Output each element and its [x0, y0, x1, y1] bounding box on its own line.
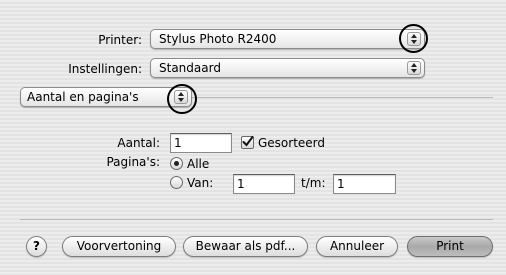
- panel-value: Aantal en pagina's: [27, 90, 139, 104]
- printer-label: Printer:: [98, 33, 142, 47]
- copies-field[interactable]: 1: [170, 133, 232, 153]
- highlight-circle-icon: [167, 84, 197, 114]
- printer-value: Stylus Photo R2400: [159, 32, 277, 46]
- printer-popup[interactable]: Stylus Photo R2400: [150, 29, 425, 49]
- cancel-button[interactable]: Annuleer: [316, 236, 398, 257]
- pages-from-field[interactable]: 1: [233, 174, 295, 194]
- presets-popup[interactable]: Standaard: [150, 58, 425, 78]
- pages-all-label: Alle: [187, 157, 210, 171]
- highlight-circle-icon: [399, 24, 428, 53]
- bottom-separator: [20, 219, 493, 220]
- pages-label: Pagina's:: [106, 155, 160, 169]
- help-button[interactable]: ?: [26, 236, 47, 257]
- updown-arrows-icon: [407, 61, 421, 75]
- pages-range-radio[interactable]: [170, 176, 183, 189]
- collated-label: Gesorteerd: [258, 136, 326, 150]
- presets-value: Standaard: [159, 61, 221, 75]
- panel-separator: [190, 97, 493, 98]
- print-dialog: Printer: Stylus Photo R2400 Instellingen…: [0, 0, 506, 275]
- pages-all-radio[interactable]: [170, 157, 183, 170]
- presets-label: Instellingen:: [68, 62, 142, 76]
- pages-from-label: Van:: [187, 176, 214, 190]
- pages-to-field[interactable]: 1: [333, 174, 396, 194]
- save-pdf-button[interactable]: Bewaar als pdf...: [183, 236, 308, 257]
- print-button[interactable]: Print: [407, 236, 493, 257]
- collated-checkbox[interactable]: [241, 136, 254, 149]
- copies-label: Aantal:: [117, 136, 160, 150]
- radio-selected-dot: [174, 161, 179, 166]
- preview-button[interactable]: Voorvertoning: [62, 236, 176, 257]
- pages-to-label: t/m:: [301, 176, 326, 190]
